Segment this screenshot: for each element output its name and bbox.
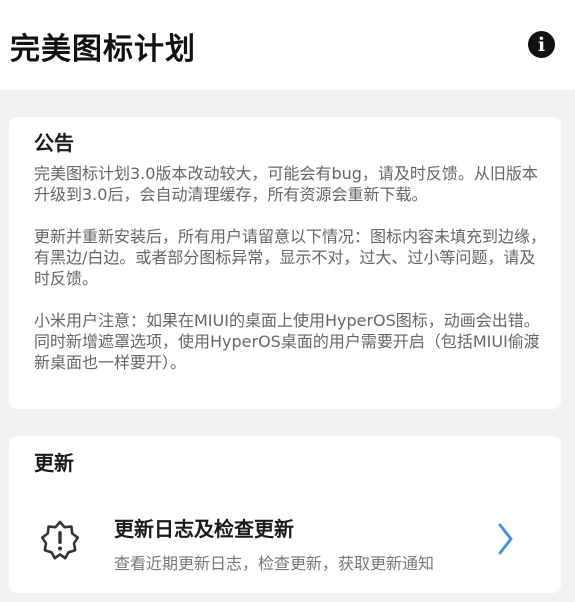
- notice-card: 公告 完美图标计划3.0版本改动较大，可能会有bug，请及时反馈。从旧版本升级到…: [9, 117, 561, 409]
- update-card: 更新 更新日志及检查更新 查看近期更新日志，检查更新，获取更新通知: [9, 436, 561, 593]
- notice-paragraph: 小米用户注意：如果在MIUI的桌面上使用HyperOS图标，动画会出错。同时新增…: [34, 311, 540, 372]
- page-title: 完美图标计划: [10, 32, 196, 67]
- info-icon[interactable]: i: [528, 31, 555, 58]
- app-bar: 完美图标计划 i: [0, 0, 575, 90]
- chevron-right-icon: [498, 523, 513, 555]
- notice-title: 公告: [34, 131, 74, 155]
- alert-badge-icon: [40, 520, 80, 560]
- changelog-subtitle: 查看近期更新日志，检查更新，获取更新通知: [114, 554, 435, 573]
- info-glyph: i: [537, 33, 546, 56]
- changelog-list-item[interactable]: 更新日志及检查更新 查看近期更新日志，检查更新，获取更新通知: [9, 501, 561, 581]
- update-section-title: 更新: [34, 451, 74, 475]
- changelog-title: 更新日志及检查更新: [114, 517, 294, 541]
- notice-paragraph: 更新并重新安装后，所有用户请留意以下情况：图标内容未填充到边缘，有黑边/白边。或…: [34, 227, 547, 288]
- notice-body: 完美图标计划3.0版本改动较大，可能会有bug，请及时反馈。从旧版本升级到3.0…: [34, 163, 549, 373]
- notice-paragraph: 完美图标计划3.0版本改动较大，可能会有bug，请及时反馈。从旧版本升级到3.0…: [34, 164, 538, 204]
